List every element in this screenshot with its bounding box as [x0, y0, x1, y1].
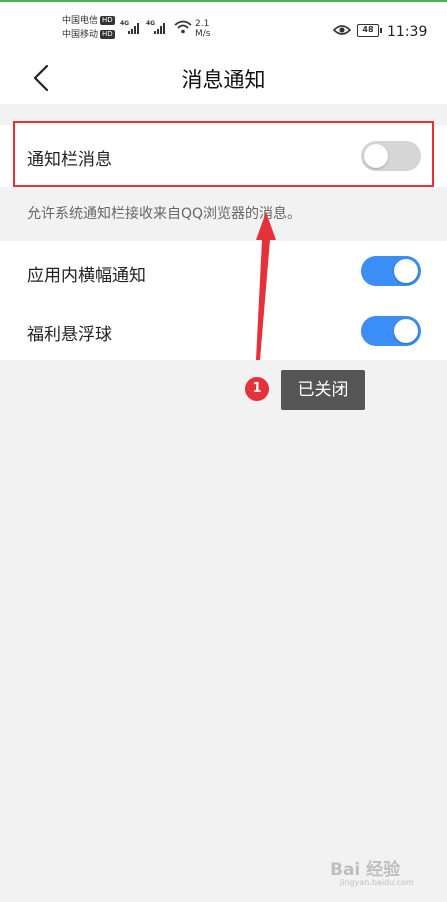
watermark-url: jingyan.baidu.com [340, 878, 414, 887]
callout-tooltip: 已关闭 [281, 370, 365, 410]
step-number-badge: 1 [245, 377, 269, 401]
annotation-arrow-icon [256, 212, 276, 360]
watermark-logo: Bai 经验 [330, 860, 401, 880]
